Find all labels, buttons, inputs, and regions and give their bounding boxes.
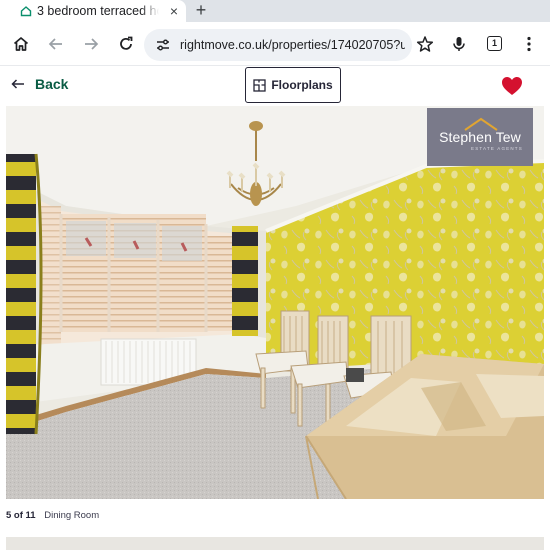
back-button[interactable]: Back	[10, 76, 68, 92]
floorplans-label: Floorplans	[271, 78, 333, 92]
tab-close-icon[interactable]: ×	[170, 2, 178, 20]
photo-caption: 5 of 11 Dining Room	[6, 510, 99, 521]
agent-roof-icon	[464, 117, 498, 131]
more-options-icon[interactable]	[517, 32, 541, 56]
agent-name: Stephen Tew	[439, 129, 521, 145]
browser-tab-strip: 3 bedroom terraced house f × +	[0, 0, 550, 22]
forward-navigation-icon[interactable]	[79, 32, 103, 56]
home-icon[interactable]	[9, 32, 33, 56]
photo-counter: 5 of 11	[6, 510, 36, 521]
bookmark-star-icon[interactable]	[413, 32, 437, 56]
tab-switcher-button[interactable]: 1	[487, 36, 502, 51]
back-navigation-icon[interactable]	[44, 32, 68, 56]
rightmove-favicon-icon	[20, 5, 32, 17]
browser-toolbar: rightmove.co.uk/properties/174020705?ut	[0, 22, 550, 66]
site-settings-icon[interactable]	[154, 36, 172, 54]
room-label: Dining Room	[44, 510, 100, 521]
url-text[interactable]: rightmove.co.uk/properties/174020705?ut	[180, 38, 405, 52]
favourite-heart-icon[interactable]	[501, 76, 523, 96]
back-arrow-icon	[11, 79, 24, 89]
browser-tab[interactable]: 3 bedroom terraced house f ×	[0, 0, 186, 22]
back-label: Back	[35, 76, 69, 92]
property-photo[interactable]: Stephen Tew ESTATE AGENTS	[6, 106, 544, 499]
address-bar[interactable]: rightmove.co.uk/properties/174020705?ut	[144, 29, 412, 61]
reload-icon[interactable]	[114, 32, 138, 56]
property-header: Back Floorplans	[0, 66, 550, 106]
tab-title: 3 bedroom terraced house f	[37, 4, 159, 18]
agent-logo: Stephen Tew ESTATE AGENTS	[427, 108, 533, 166]
microphone-icon[interactable]	[447, 32, 471, 56]
floorplan-icon	[253, 78, 266, 92]
floorplans-button[interactable]: Floorplans	[245, 67, 341, 103]
next-photo-preview[interactable]	[6, 537, 544, 550]
new-tab-button[interactable]: +	[190, 0, 212, 22]
agent-tagline: ESTATE AGENTS	[471, 146, 523, 151]
